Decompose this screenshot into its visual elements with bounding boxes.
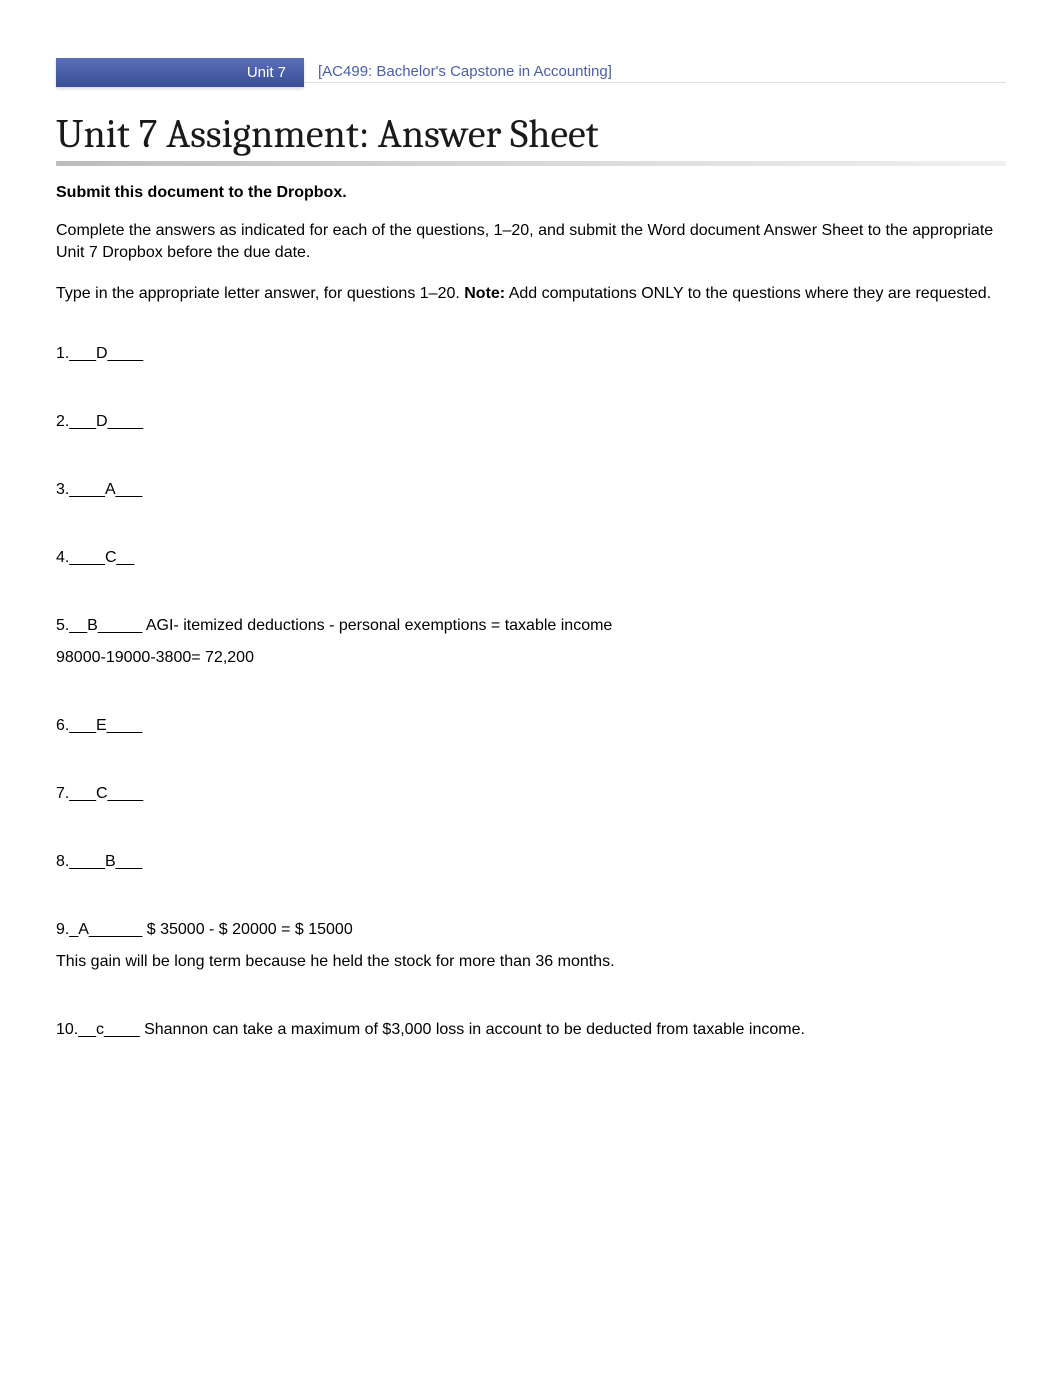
answer-9-detail: This gain will be long term because he h… <box>56 953 1006 971</box>
unit-badge: Unit 7 <box>56 58 304 87</box>
instruction-2-pre: Type in the appropriate letter answer, f… <box>56 285 464 302</box>
answer-5: 5.__B_____ AGI- itemized deductions - pe… <box>56 617 1006 635</box>
answer-3: 3.____A___ <box>56 481 1006 499</box>
answer-10: 10.__c____ Shannon can take a maximum of… <box>56 1021 1006 1039</box>
note-label: Note: <box>464 285 505 302</box>
instruction-paragraph-2: Type in the appropriate letter answer, f… <box>56 283 1006 305</box>
title-underline <box>56 161 1006 166</box>
answer-2: 2.___D____ <box>56 413 1006 431</box>
page-title: Unit 7 Assignment: Answer Sheet <box>56 111 1006 157</box>
instruction-paragraph-1: Complete the answers as indicated for ea… <box>56 220 1006 265</box>
header-bar: Unit 7 [AC499: Bachelor's Capstone in Ac… <box>56 58 1006 87</box>
instruction-2-post: Add computations ONLY to the questions w… <box>505 285 991 302</box>
answer-6: 6.___E____ <box>56 717 1006 735</box>
answer-7: 7.___C____ <box>56 785 1006 803</box>
answer-9: 9._A______ $ 35000 - $ 20000 = $ 15000 <box>56 921 1006 939</box>
answer-8: 8.____B___ <box>56 853 1006 871</box>
submit-instruction: Submit this document to the Dropbox. <box>56 184 1006 202</box>
answer-4: 4.____C__ <box>56 549 1006 567</box>
course-label: [AC499: Bachelor's Capstone in Accountin… <box>304 63 1006 83</box>
answer-5-detail: 98000-19000-3800= 72,200 <box>56 649 1006 667</box>
answer-1: 1.___D____ <box>56 345 1006 363</box>
